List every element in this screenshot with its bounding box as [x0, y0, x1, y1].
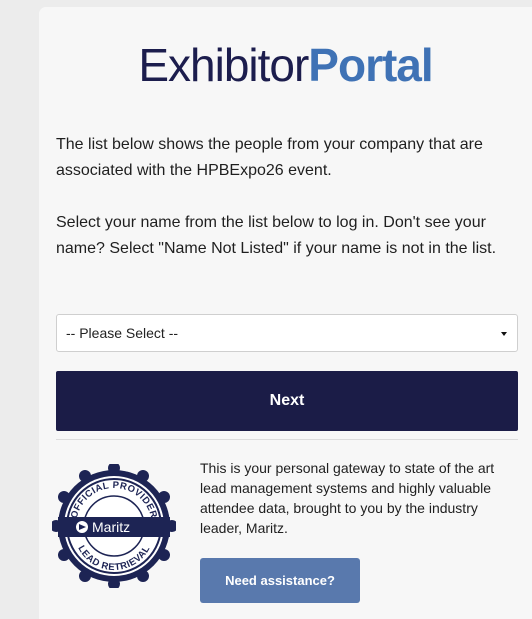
badge-seal-icon: OFFICIAL PROVIDER LEAD RETRIEVAL Maritz: [50, 462, 178, 590]
caret-down-icon: [501, 332, 507, 336]
gateway-info-text: This is your personal gateway to state o…: [200, 460, 495, 536]
exhibitor-portal-logo: ExhibitorPortal: [39, 37, 532, 93]
logo-text-portal: Portal: [308, 39, 433, 91]
need-assistance-button[interactable]: Need assistance?: [200, 558, 360, 603]
divider: [56, 439, 518, 440]
instructions-text: Select your name from the list below to …: [56, 214, 497, 257]
login-card: ExhibitorPortal The list below shows the…: [39, 7, 532, 619]
svg-text:Maritz: Maritz: [92, 519, 130, 535]
name-select[interactable]: -- Please Select --: [56, 314, 518, 352]
logo-text-exhibitor: Exhibitor: [138, 39, 309, 91]
name-select-value: -- Please Select --: [66, 325, 179, 341]
next-button[interactable]: Next: [56, 371, 518, 431]
maritz-lead-retrieval-badge: OFFICIAL PROVIDER LEAD RETRIEVAL Maritz: [50, 462, 178, 590]
intro-text: The list below shows the people from you…: [56, 136, 483, 179]
